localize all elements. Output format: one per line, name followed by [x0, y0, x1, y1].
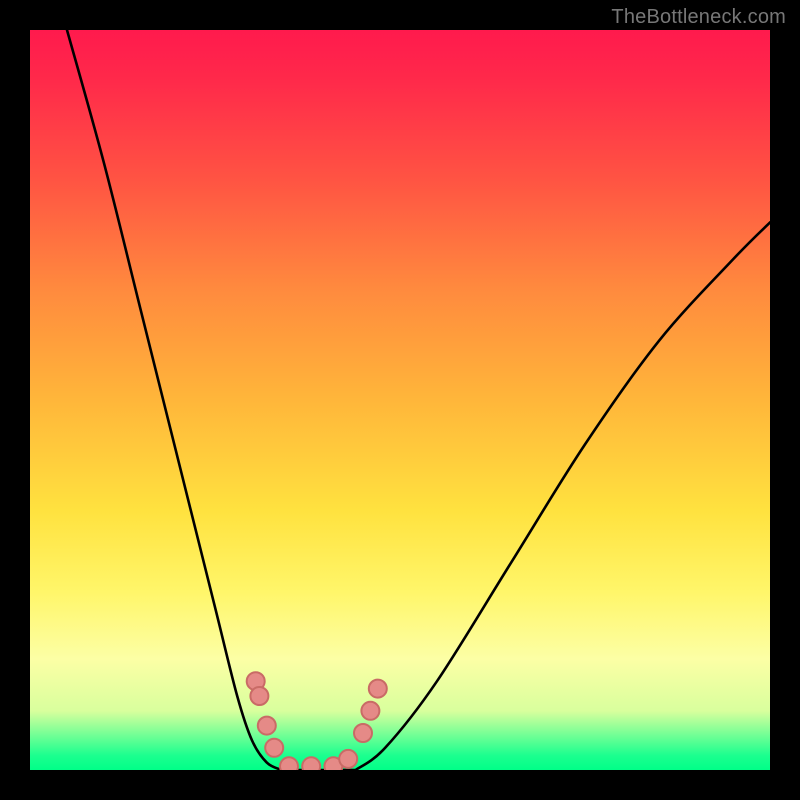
curve-marker — [250, 687, 268, 705]
bottleneck-curve — [30, 30, 770, 770]
curve-marker — [265, 739, 283, 757]
curve-marker — [258, 717, 276, 735]
curve-marker — [361, 702, 379, 720]
curve-marker — [302, 757, 320, 770]
curve-marker — [280, 757, 298, 770]
curve-marker — [354, 724, 372, 742]
chart-frame: TheBottleneck.com — [0, 0, 800, 800]
watermark-text: TheBottleneck.com — [611, 6, 786, 29]
curve-marker — [369, 680, 387, 698]
plot-area — [30, 30, 770, 770]
curve-line — [67, 30, 770, 770]
curve-marker — [339, 750, 357, 768]
curve-markers — [247, 672, 387, 770]
